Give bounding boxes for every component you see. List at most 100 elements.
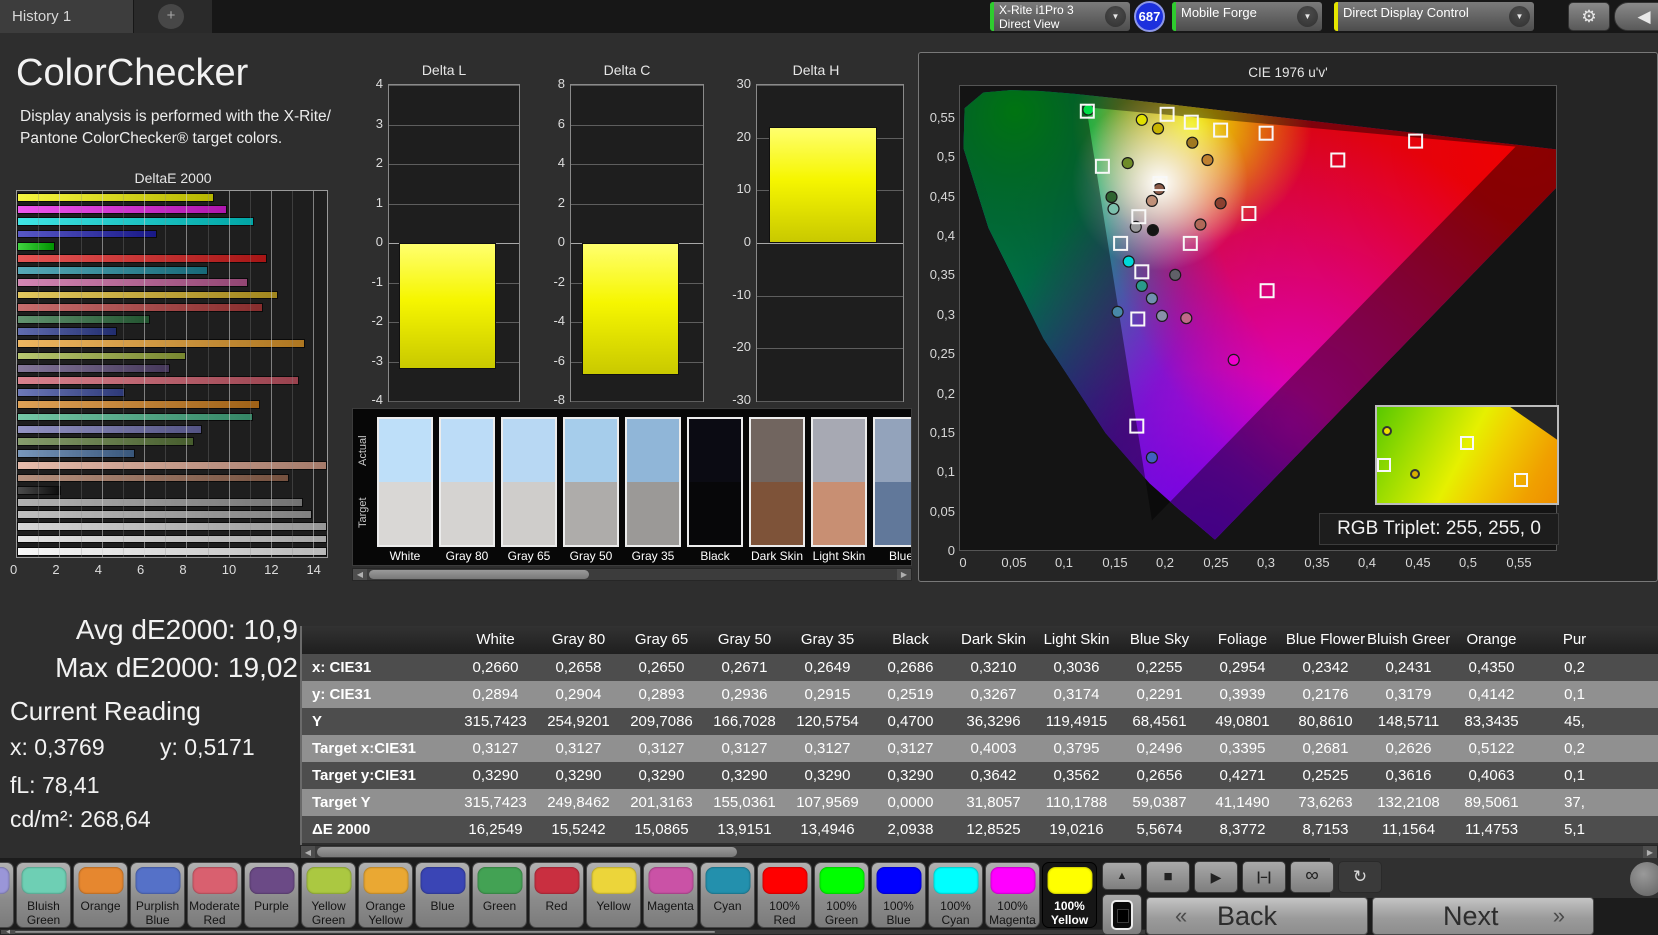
patch-button-yellow-green[interactable]: Yellow Green <box>301 862 356 928</box>
stop-measure-button[interactable]: ■ <box>1146 861 1190 893</box>
patch-color-chip <box>591 867 636 894</box>
swatch-scroll-thumb[interactable] <box>369 570 589 579</box>
patch-button-100-blue[interactable]: 100% Blue <box>871 862 926 928</box>
patch-button-yellow[interactable]: Yellow <box>586 862 641 928</box>
tab-history-1[interactable]: History 1 <box>0 0 133 33</box>
start-measure-button[interactable]: ▶ <box>1194 861 1238 893</box>
patch-button-red[interactable]: Red <box>529 862 584 928</box>
patch-button-100-magenta[interactable]: 100% Magenta <box>985 862 1040 928</box>
cie-x-tick-0,15: 0,15 <box>1099 555 1131 570</box>
pattern-window-up-button[interactable]: ▲ <box>1102 862 1142 890</box>
patch-color-chip <box>249 867 294 894</box>
table-cell: 12,8525 <box>952 816 1035 843</box>
measured-point <box>1157 310 1168 321</box>
delta-c-tick--8: -8 <box>542 392 565 407</box>
table-cell: 249,8462 <box>537 789 620 816</box>
pattern-source-selector[interactable]: Mobile Forge ▼ <box>1172 2 1322 31</box>
scroll-right-icon[interactable]: ▶ <box>1643 846 1657 858</box>
table-col-header-blue-sky: Blue Sky <box>1118 626 1201 654</box>
patch-button-100-yellow[interactable]: 100% Yellow <box>1042 862 1097 928</box>
table-cell: 0,4063 <box>1450 762 1533 789</box>
pattern-window-button[interactable] <box>1102 894 1142 935</box>
delta-l-tick-4: 4 <box>366 76 383 91</box>
patch-button-moderate-red[interactable]: Moderate Red <box>187 862 242 928</box>
patch-button-bluish-green[interactable]: Bluish Green <box>16 862 71 928</box>
table-cell: 0,4003 <box>952 735 1035 762</box>
scroll-left-icon[interactable]: ◀ <box>353 569 367 580</box>
chevron-down-icon[interactable]: ▼ <box>1297 6 1318 27</box>
deltae-bar-foliage <box>17 437 194 446</box>
chevron-down-icon[interactable]: ▼ <box>1105 6 1126 27</box>
measured-point <box>1083 104 1094 115</box>
patch-color-chip <box>819 867 864 894</box>
partial-round-button[interactable] <box>1630 862 1658 896</box>
chevron-down-icon[interactable]: ▼ <box>1509 6 1530 27</box>
table-row-label: Target y:CIE31 <box>302 762 454 789</box>
table-cell: 0,2936 <box>703 681 786 708</box>
table-cell: 0,5122 <box>1450 735 1533 762</box>
swatch-gray-80 <box>439 417 495 547</box>
continuous-measure-button[interactable]: ∞ <box>1290 861 1334 893</box>
table-cell: 13,4946 <box>786 816 869 843</box>
measured-point <box>1215 198 1226 209</box>
back-button[interactable]: « Back <box>1146 897 1368 935</box>
meter-selector[interactable]: X-Rite i1Pro 3 Direct View ▼ <box>990 2 1130 31</box>
add-tab-button[interactable]: + <box>158 4 184 29</box>
patch-row-scrollbar[interactable]: ◀ <box>0 929 1146 935</box>
patch-button-cyan[interactable]: Cyan <box>700 862 755 928</box>
patch-color-chip <box>78 867 123 894</box>
patch-button-magenta[interactable]: Magenta <box>643 862 698 928</box>
delta-h-title: Delta H <box>724 62 908 78</box>
meter-count-badge[interactable]: 687 <box>1134 1 1165 32</box>
table-cell: 8,3772 <box>1201 816 1284 843</box>
patch-button-wer[interactable]: wer <box>0 862 14 928</box>
swatch-target <box>689 482 741 545</box>
table-col-header-orange: Orange <box>1450 626 1533 654</box>
scroll-left-icon[interactable]: ◀ <box>1 930 15 934</box>
patch-scroll-thumb[interactable] <box>15 931 715 933</box>
settings-button[interactable]: ⚙ <box>1568 2 1610 31</box>
patch-button-100-green[interactable]: 100% Green <box>814 862 869 928</box>
patch-button-100-cyan[interactable]: 100% Cyan <box>928 862 983 928</box>
delta-l-title: Delta L <box>366 62 522 78</box>
patch-color-chip <box>648 867 693 894</box>
measured-point <box>1146 195 1157 206</box>
swatch-strip-scrollbar[interactable]: ◀ ▶ <box>352 568 912 581</box>
next-button[interactable]: Next » <box>1372 897 1594 935</box>
refresh-button[interactable]: ↻ <box>1338 861 1382 893</box>
scroll-left-icon[interactable]: ◀ <box>301 846 315 858</box>
inset-measured-point <box>1410 469 1420 479</box>
delta-h-tick--20: -20 <box>724 339 751 354</box>
table-header-corner <box>302 626 454 654</box>
table-cell: 0,2176 <box>1284 681 1367 708</box>
scroll-right-icon[interactable]: ▶ <box>897 569 911 580</box>
patch-button-orange-yellow[interactable]: Orange Yellow <box>358 862 413 928</box>
cie-y-tick-0,3: 0,3 <box>919 307 955 322</box>
patch-color-chip <box>1047 867 1092 894</box>
patch-button-purple[interactable]: Purple <box>244 862 299 928</box>
patch-label: Orange <box>74 899 127 913</box>
table-cell: 0,3290 <box>869 762 952 789</box>
table-cell: 0,2255 <box>1118 654 1201 681</box>
table-cell: 0,3267 <box>952 681 1035 708</box>
patch-button-blue[interactable]: Blue <box>415 862 470 928</box>
collapse-panel-button[interactable]: ◀ <box>1614 2 1658 31</box>
patch-button-100-red[interactable]: 100% Red <box>757 862 812 928</box>
table-cell: 16,2549 <box>454 816 537 843</box>
patch-button-purplish-blue[interactable]: Purplish Blue <box>130 862 185 928</box>
deltae-x-tick-4: 4 <box>95 562 115 577</box>
patch-button-orange[interactable]: Orange <box>73 862 128 928</box>
single-measure-button[interactable]: |–| <box>1242 861 1286 893</box>
table-scroll-thumb[interactable] <box>317 847 737 857</box>
table-cell: 11,1564 <box>1367 816 1450 843</box>
display-control-selector[interactable]: Direct Display Control ▼ <box>1334 2 1534 31</box>
table-scrollbar[interactable]: ◀ ▶ <box>300 845 1658 859</box>
top-tab-bar: History 1 + X-Rite i1Pro 3 Direct View ▼… <box>0 0 1658 33</box>
patch-label: wer <box>0 899 13 913</box>
cie-x-tick-0: 0 <box>947 555 979 570</box>
patch-label: 100% Magenta <box>986 899 1039 927</box>
patch-button-green[interactable]: Green <box>472 862 527 928</box>
patch-label: 100% Green <box>815 899 868 927</box>
table-cell: 0,3174 <box>1035 681 1118 708</box>
deltae-bar-light-skin <box>17 461 327 470</box>
